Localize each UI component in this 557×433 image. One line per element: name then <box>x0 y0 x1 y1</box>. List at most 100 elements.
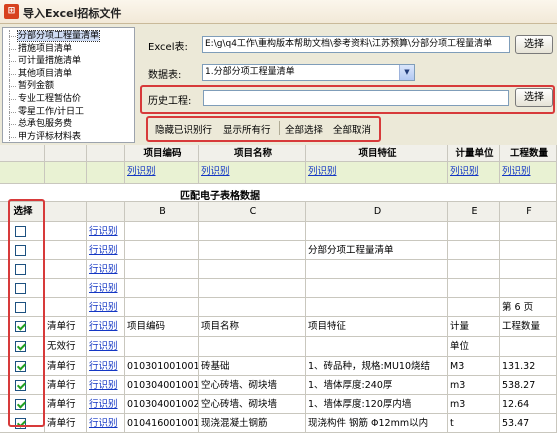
app-icon: ⊞ <box>4 4 19 19</box>
row-recognize-cell: 行识别 <box>87 395 125 414</box>
column-recognize-link[interactable]: 列识别 <box>450 166 479 177</box>
row-recognize-cell: 行识别 <box>87 376 125 395</box>
row-recognize-link[interactable]: 行识别 <box>89 264 118 275</box>
mapping-blank <box>45 162 87 184</box>
row-name: 项目名称 <box>199 317 306 337</box>
tree-item[interactable]: 措施项目清单 <box>6 42 73 55</box>
column-header: C <box>199 202 306 222</box>
row-name: 空心砖墙、砌块墙 <box>199 376 306 395</box>
row-recognize-cell: 行识别 <box>87 414 125 433</box>
tree-item[interactable]: 零星工作/计日工 <box>6 105 84 118</box>
row-recognize-link[interactable]: 行识别 <box>89 226 118 237</box>
browse-history-button[interactable]: 选择 <box>515 88 553 107</box>
row-type <box>45 241 87 260</box>
mapping-header: 项目名称 <box>199 145 306 162</box>
row-name <box>199 241 306 260</box>
row-name <box>199 279 306 298</box>
row-recognize-cell: 行识别 <box>87 337 125 357</box>
column-recognize-cell: 列识别 <box>306 162 448 184</box>
row-feature: 1、墙体厚度:240厚 <box>306 376 448 395</box>
row-code <box>125 241 199 260</box>
row-qty: 53.47 <box>500 414 557 433</box>
row-name <box>199 260 306 279</box>
row-recognize-link[interactable]: 行识别 <box>89 399 118 410</box>
row-feature <box>306 337 448 357</box>
row-recognize-cell: 行识别 <box>87 222 125 241</box>
show-all-rows-button[interactable]: 显示所有行 <box>223 122 271 136</box>
row-recognize-link[interactable]: 行识别 <box>89 283 118 294</box>
row-qty <box>500 337 557 357</box>
mapping-header-blank <box>87 145 125 162</box>
row-qty: 第 6 页 <box>500 298 557 317</box>
row-recognize-link[interactable]: 行识别 <box>89 361 118 372</box>
row-code: 010304001002 <box>125 395 199 414</box>
tree-item[interactable]: 总承包服务费 <box>6 118 72 131</box>
row-code: 010301001001 <box>125 357 199 376</box>
row-name <box>199 298 306 317</box>
column-recognize-link[interactable]: 列识别 <box>201 166 230 177</box>
hide-recognized-button[interactable]: 隐藏已识别行 <box>155 122 212 136</box>
mapping-header-blank <box>0 145 45 162</box>
row-type <box>45 298 87 317</box>
tree-item-label: 可计量措施清单 <box>18 56 82 67</box>
row-code: 010416001001 <box>125 414 199 433</box>
row-unit <box>448 260 500 279</box>
row-recognize-link[interactable]: 行识别 <box>89 321 118 332</box>
import-dialog: 分部分项工程量清单 措施项目清单 可计量措施清单 其他项目清单 暂列金额 专业工程暂估价零… <box>0 24 557 145</box>
row-feature <box>306 279 448 298</box>
row-recognize-cell: 行识别 <box>87 260 125 279</box>
tree-item[interactable]: 暂列金额 <box>6 80 54 93</box>
excel-path-field[interactable]: E:\g\q4工作\重构版本帮助文档\参考资料\江苏预算\分部分项工程量清单 <box>202 36 510 53</box>
row-unit: m3 <box>448 376 500 395</box>
tree-item[interactable]: 其他项目清单 <box>6 67 72 80</box>
row-qty: 12.64 <box>500 395 557 414</box>
tree-item[interactable]: 分部分项工程量清单 <box>6 30 101 42</box>
tree-item-label: 措施项目清单 <box>18 43 73 54</box>
row-feature <box>306 260 448 279</box>
row-code: 010304001001 <box>125 376 199 395</box>
column-recognize-link[interactable]: 列识别 <box>308 166 337 177</box>
row-recognize-link[interactable]: 行识别 <box>89 418 118 429</box>
row-unit <box>448 241 500 260</box>
column-header: F <box>500 202 557 222</box>
row-code <box>125 222 199 241</box>
data-grid: 匹配电子表格数据 项目编码 项目名称 项目特征 计量单位 工程数量 列识别 列识别 列识别 列识… <box>0 145 557 433</box>
row-type <box>45 222 87 241</box>
tree-item[interactable]: 可计量措施清单 <box>6 55 82 68</box>
column-recognize-link[interactable]: 列识别 <box>502 166 531 177</box>
browse-excel-button[interactable]: 选择 <box>515 35 553 54</box>
row-recognize-link[interactable]: 行识别 <box>89 302 118 313</box>
history-project-input[interactable] <box>203 90 509 106</box>
excel-label: Excel表: <box>148 42 188 53</box>
sheet-label: 数据表: <box>148 70 182 81</box>
column-header <box>45 202 87 222</box>
row-qty <box>500 279 557 298</box>
row-feature: 项目特征 <box>306 317 448 337</box>
tree-item-label: 分部分项工程量清单 <box>16 30 101 42</box>
row-qty <box>500 260 557 279</box>
row-recognize-link[interactable]: 行识别 <box>89 341 118 352</box>
row-unit <box>448 222 500 241</box>
row-type <box>45 260 87 279</box>
column-header <box>87 202 125 222</box>
tree-item[interactable]: 专业工程暂估价 <box>6 93 81 105</box>
row-type: 无效行 <box>45 337 87 357</box>
table-tree[interactable]: 分部分项工程量清单 措施项目清单 可计量措施清单 其他项目清单 暂列金额 专业工程暂估价零… <box>2 27 135 143</box>
row-name <box>199 222 306 241</box>
column-recognize-link[interactable]: 列识别 <box>127 166 156 177</box>
deselect-all-button[interactable]: 全部取消 <box>333 122 371 136</box>
toolbar-divider <box>279 121 280 135</box>
row-recognize-cell: 行识别 <box>87 279 125 298</box>
sheet-select[interactable]: 1.分部分项工程量清单 ▼ <box>202 64 415 81</box>
title-bar: ⊞ 导入Excel招标文件 <box>0 0 557 24</box>
row-code <box>125 298 199 317</box>
row-recognize-link[interactable]: 行识别 <box>89 245 118 256</box>
tree-item-label: 甲方评标材料表 <box>18 131 82 142</box>
chevron-down-icon[interactable]: ▼ <box>399 65 414 80</box>
mapping-header-blank <box>45 145 87 162</box>
row-type: 清单行 <box>45 357 87 376</box>
row-feature: 现浇构件 钢筋 Φ12mm以内 <box>306 414 448 433</box>
tree-item[interactable]: 甲方评标材料表 <box>6 130 82 142</box>
row-recognize-link[interactable]: 行识别 <box>89 380 118 391</box>
select-all-button[interactable]: 全部选择 <box>285 122 323 136</box>
